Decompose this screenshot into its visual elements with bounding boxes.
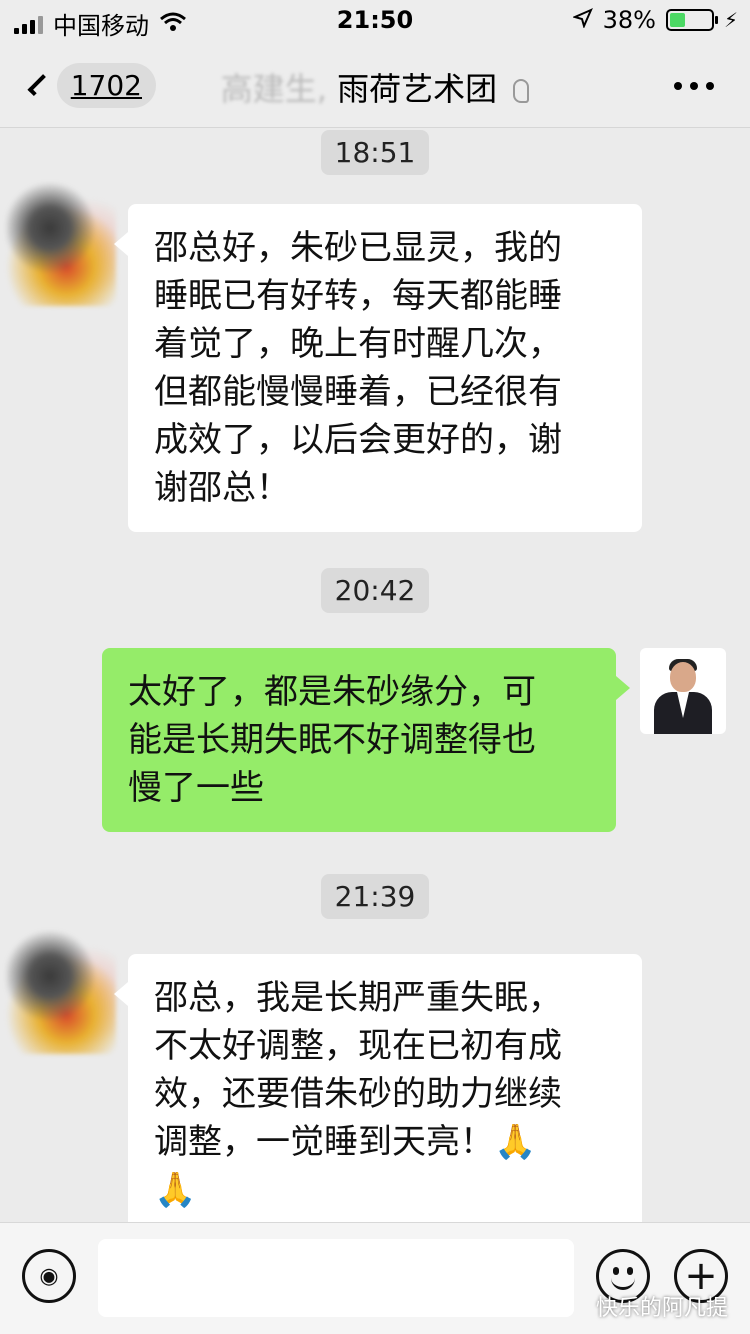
received-message-bubble[interactable]: 邵总，我是长期严重失眠， 不太好调整，现在已初有成 效，还要借朱砂的助力继续 调… — [114, 954, 642, 1234]
status-bar: 中国移动 21:50 38% ⚡ — [0, 0, 750, 40]
avatar[interactable] — [6, 176, 116, 306]
message-input[interactable] — [98, 1239, 574, 1317]
battery-percent: 38% — [602, 6, 656, 34]
charging-icon: ⚡ — [723, 8, 738, 32]
more-icon[interactable] — [674, 82, 714, 90]
chat-header: 1702 高建生, 雨荷艺术团 — [0, 40, 750, 128]
chat-title-blurred: 高建生, — [220, 70, 327, 108]
status-right: 38% ⚡ — [571, 6, 738, 34]
chat-title: 高建生, 雨荷艺术团 — [0, 64, 750, 110]
chat-title-main: 雨荷艺术团 — [337, 70, 498, 108]
watermark: 快乐的阿凡提 — [595, 1296, 728, 1321]
received-message-bubble[interactable]: 邵总好，朱砂已显灵，我的 睡眠已有好转，每天都能睡 着觉了，晚上有时醒几次， 但… — [114, 204, 642, 532]
message-list[interactable]: 18:51 邵总好，朱砂已显灵，我的 睡眠已有好转，每天都能睡 着觉了，晚上有时… — [0, 128, 750, 1234]
timestamp: 21:39 — [0, 874, 750, 919]
message-text: 邵总，我是长期严重失眠， 不太好调整，现在已初有成 效，还要借朱砂的助力继续 调… — [154, 978, 562, 1210]
location-arrow-icon — [571, 6, 593, 34]
message-text: 太好了，都是朱砂缘分，可 能是长期失眠不好调整得也 慢了一些 — [128, 672, 536, 808]
avatar[interactable] — [6, 924, 116, 1054]
battery-icon — [665, 9, 718, 31]
timestamp: 20:42 — [0, 568, 750, 613]
mute-ear-icon — [513, 79, 530, 103]
voice-icon[interactable]: ◉ — [22, 1249, 76, 1303]
timestamp: 18:51 — [0, 130, 750, 175]
message-text: 邵总好，朱砂已显灵，我的 睡眠已有好转，每天都能睡 着觉了，晚上有时醒几次， 但… — [154, 228, 562, 508]
sent-message-bubble[interactable]: 太好了，都是朱砂缘分，可 能是长期失眠不好调整得也 慢了一些 — [102, 648, 630, 832]
avatar[interactable] — [640, 648, 726, 734]
